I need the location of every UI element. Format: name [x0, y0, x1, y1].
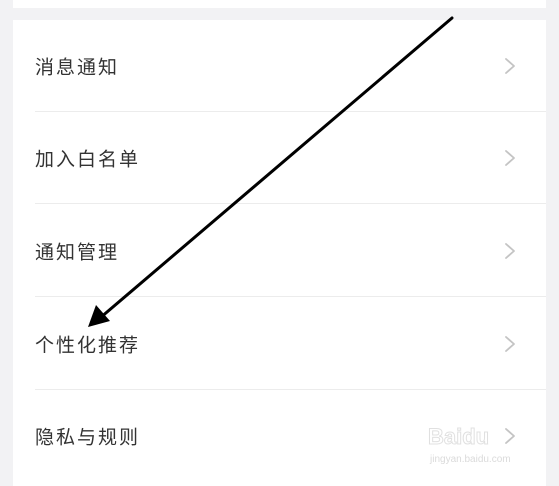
- settings-row-message-notification[interactable]: 消息通知: [13, 20, 546, 112]
- settings-row-add-whitelist[interactable]: 加入白名单: [13, 112, 546, 204]
- settings-row-label: 消息通知: [35, 56, 120, 79]
- chevron-right-icon: [505, 58, 515, 74]
- settings-row-label: 加入白名单: [35, 148, 141, 171]
- previous-section-card: [13, 0, 546, 8]
- chevron-right-icon: [505, 336, 515, 352]
- chevron-right-icon: [505, 243, 515, 259]
- watermark-brand: Baidu: [427, 424, 490, 450]
- settings-row-label: 隐私与规则: [35, 426, 141, 449]
- watermark-url: jingyan.baidu.com: [430, 454, 511, 465]
- settings-row-notification-management[interactable]: 通知管理: [13, 205, 546, 297]
- settings-row-label: 个性化推荐: [35, 334, 141, 357]
- chevron-right-icon: [505, 150, 515, 166]
- baidu-watermark: Baidu jingyan.baidu.com: [427, 420, 532, 474]
- settings-row-label: 通知管理: [35, 241, 120, 264]
- row-divider: [35, 296, 546, 297]
- row-divider: [35, 203, 546, 204]
- settings-card: 消息通知 加入白名单 通知管理 个性化推荐 隐私与规则: [13, 20, 546, 486]
- settings-row-personalized-recommendation[interactable]: 个性化推荐: [13, 298, 546, 390]
